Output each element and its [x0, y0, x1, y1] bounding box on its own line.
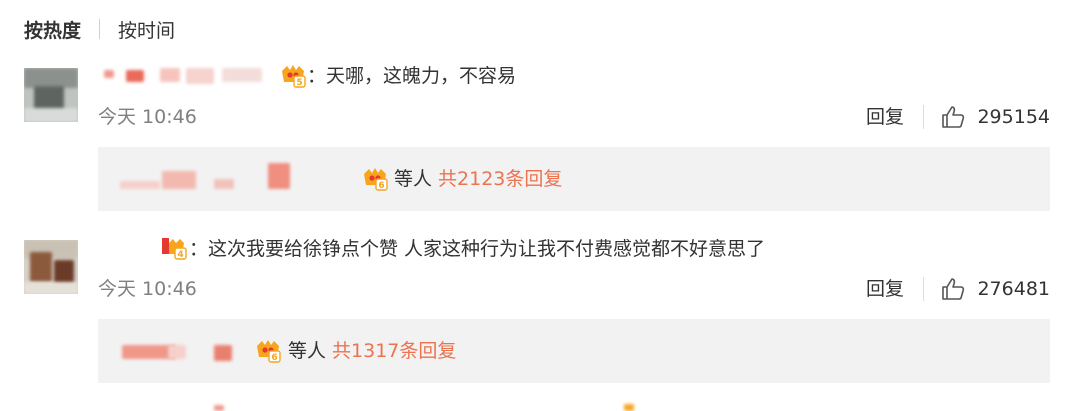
reply-summary-box[interactable]: 6 等人 共2123条回复 — [98, 147, 1050, 211]
avatar[interactable] — [24, 68, 78, 122]
thumbs-up-icon[interactable] — [940, 104, 966, 130]
crown-vip-badge-icon: 6 — [364, 168, 388, 191]
avatar[interactable] — [24, 240, 78, 294]
svg-text:5: 5 — [296, 78, 302, 88]
crown-vip-badge-icon: 6 — [257, 340, 281, 363]
crown-vip-badge-icon: 4 — [162, 238, 187, 260]
reply-button[interactable]: 回复 — [866, 105, 904, 129]
reply-summary-text: 等人 共2123条回复 — [394, 167, 562, 191]
reply-others-label: 等人 — [288, 340, 327, 362]
sort-tabs: 按热度 按时间 — [24, 14, 175, 44]
tab-sort-by-hot[interactable]: 按热度 — [24, 16, 81, 43]
like-divider — [923, 105, 924, 129]
like-count: 295154 — [977, 106, 1050, 128]
tab-divider — [99, 19, 101, 39]
reply-total-link[interactable]: 共2123条回复 — [438, 168, 562, 190]
reply-button[interactable]: 回复 — [866, 277, 904, 301]
crown-vip-badge-icon: 5 — [282, 65, 306, 88]
tab-sort-by-time[interactable]: 按时间 — [118, 16, 175, 43]
comment-timestamp: 今天 10:46 — [98, 106, 197, 128]
thumbs-up-icon[interactable] — [940, 276, 966, 302]
comment-text: ：天哪，这魄力，不容易 — [307, 65, 517, 87]
svg-text:6: 6 — [378, 181, 384, 191]
comment-timestamp: 今天 10:46 — [98, 278, 197, 300]
svg-text:4: 4 — [177, 250, 183, 260]
like-count: 276481 — [977, 278, 1050, 300]
reply-summary-text: 等人 共1317条回复 — [288, 339, 456, 363]
reply-summary-box[interactable]: 6 等人 共1317条回复 — [98, 319, 1050, 383]
reply-others-label: 等人 — [394, 168, 433, 190]
svg-text:6: 6 — [271, 353, 277, 363]
like-divider — [923, 277, 924, 301]
comment-text: ：这次我要给徐铮点个赞 人家这种行为让我不付费感觉都不好意思了 — [189, 238, 766, 260]
reply-total-link[interactable]: 共1317条回复 — [332, 340, 456, 362]
